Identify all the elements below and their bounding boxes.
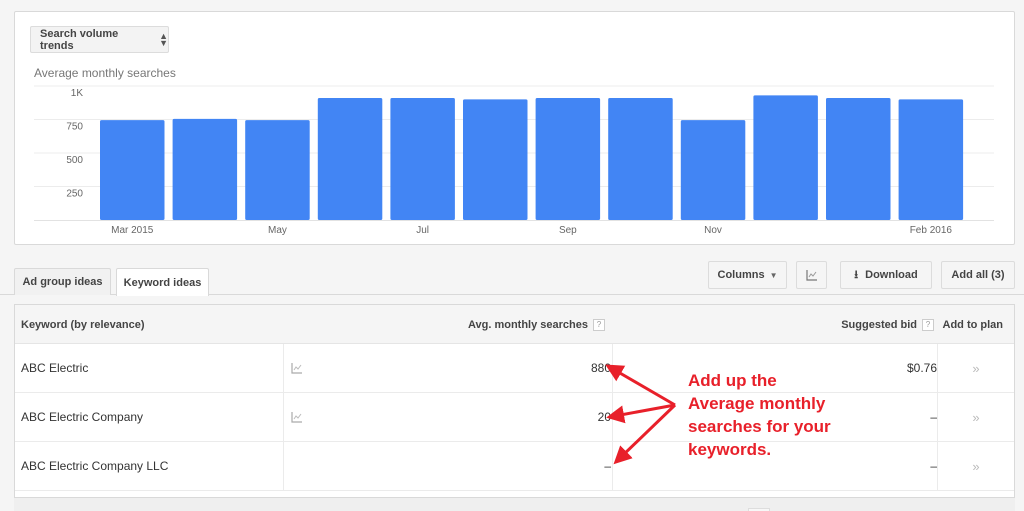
bar-aug-2015[interactable]	[463, 99, 528, 220]
header-suggested-bid[interactable]: Suggested bid ?	[841, 319, 934, 331]
tab-keyword-ideas[interactable]: Keyword ideas	[116, 268, 209, 296]
avg-searches-cell: 880	[590, 361, 611, 375]
y-tick-label: 750	[66, 122, 83, 133]
chart-toggle-button[interactable]	[796, 261, 827, 289]
header-avg-monthly-searches[interactable]: Avg. monthly searches ?	[468, 319, 605, 331]
annotation-line: searches for your	[688, 417, 831, 436]
add-to-plan-button[interactable]: »	[937, 393, 1014, 441]
bar-nov-2015[interactable]	[680, 120, 746, 220]
x-tick-label: May	[268, 225, 287, 236]
annotation-text: Add up the Average monthly searches for …	[688, 369, 888, 461]
bar-may-2015[interactable]	[245, 120, 310, 220]
keyword-cell: ABC Electric Company	[21, 410, 144, 424]
keyword-cell: ABC Electric Company LLC	[21, 459, 169, 473]
x-tick-label: Jul	[416, 225, 429, 236]
header-avg-label: Avg. monthly searches	[467, 319, 588, 331]
help-icon[interactable]: ?	[922, 319, 934, 331]
download-label: Download	[865, 269, 918, 281]
add-all-button[interactable]: Add all (3)	[941, 261, 1015, 289]
header-keyword-label: Keyword (by relevance)	[21, 319, 145, 331]
bar-jan-2016[interactable]	[826, 98, 891, 220]
annotation-line: Average monthly	[688, 394, 826, 413]
table-header: Keyword (by relevance) Avg. monthly sear…	[15, 305, 1014, 344]
bar-jun-2015[interactable]	[317, 98, 383, 220]
x-tick-label: Feb 2016	[910, 225, 953, 236]
annotation-line: Add up the	[688, 371, 777, 390]
x-tick-label: Nov	[704, 225, 722, 236]
x-tick-label: Sep	[559, 225, 577, 236]
tab-ad-group-ideas[interactable]: Ad group ideas	[14, 268, 111, 295]
avg-searches-cell: 20	[597, 410, 611, 424]
caret-down-icon: ▼	[769, 270, 778, 280]
annotation-line: keywords.	[688, 440, 772, 459]
y-tick-label: 500	[66, 155, 83, 166]
header-keyword[interactable]: Keyword (by relevance)	[21, 319, 145, 331]
columns-button[interactable]: Columns ▼	[708, 261, 787, 289]
bar-oct-2015[interactable]	[608, 98, 673, 220]
y-tick-label: 1K	[71, 88, 84, 99]
keyword-cell: ABC Electric	[21, 361, 89, 375]
line-chart-icon	[805, 269, 817, 281]
bar-feb-2016[interactable]	[898, 99, 964, 220]
bar-mar-2015[interactable]	[100, 120, 165, 220]
bar-sep-2015[interactable]	[535, 98, 601, 220]
columns-label: Columns	[717, 269, 765, 281]
add-to-plan-button[interactable]: »	[937, 442, 1014, 490]
bar-apr-2015[interactable]	[172, 118, 238, 220]
download-button[interactable]: ⭳ Download	[840, 261, 932, 289]
x-tick-label: Mar 2015	[111, 225, 154, 236]
bar-dec-2015[interactable]	[753, 95, 818, 220]
download-icon: ⭳	[854, 268, 859, 281]
y-tick-label: 250	[66, 189, 83, 200]
bar-chart: 250 500 750 1K Mar 2015 May Jul Sep Nov Feb 2016	[34, 85, 994, 236]
bar-jul-2015[interactable]	[390, 98, 455, 220]
help-icon[interactable]: ?	[593, 319, 605, 331]
header-bid-label: Suggested bid	[841, 319, 917, 331]
header-add-to-plan: Add to plan	[942, 319, 1004, 331]
avg-searches-cell: –	[604, 459, 611, 473]
add-to-plan-button[interactable]: »	[937, 344, 1014, 392]
table-footer	[14, 498, 1015, 511]
